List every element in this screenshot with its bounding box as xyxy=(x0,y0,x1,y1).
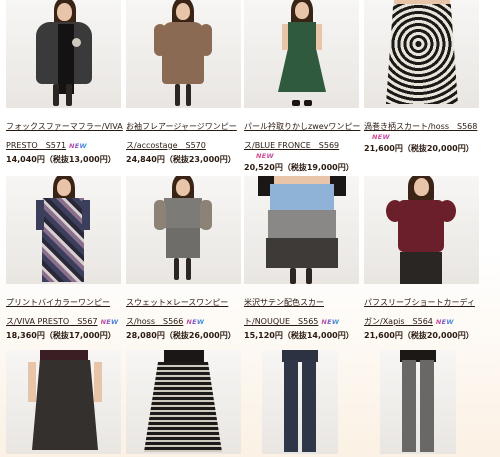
print-dress-photo[interactable] xyxy=(6,176,121,284)
cardigan-photo[interactable] xyxy=(364,176,479,284)
product-price: 18,360円（税抜17,000円） xyxy=(6,331,116,340)
new-badge: NEW xyxy=(100,318,119,326)
product-title-link[interactable]: 渦巻き柄スカート/hoss S568 xyxy=(364,122,477,131)
product-card: パール衿取りかしzwevワンピース/BLUE FRONCE S569 NEW 20… xyxy=(244,0,362,173)
new-badge: NEW xyxy=(321,318,340,326)
new-badge: NEW xyxy=(256,152,362,160)
new-badge: NEW xyxy=(186,318,205,326)
grey-dress-photo[interactable] xyxy=(126,176,241,284)
product-title-link[interactable]: スウェット×レースワンピース/hoss S566 xyxy=(126,298,228,326)
product-price: 14,040円（税抜13,000円） xyxy=(6,155,116,164)
swirl-skirt-photo[interactable] xyxy=(364,0,479,108)
coat-photo[interactable] xyxy=(6,0,121,108)
product-price: 21,600円（税抜20,000円） xyxy=(364,144,474,153)
product-grid: フォックスファーマフラー/VIVA PRESTO S571 NEW 14,040円… xyxy=(0,0,500,457)
product-title-link[interactable]: パフスリーブショートカーディガン/Xapis S564 xyxy=(364,298,475,326)
product-card xyxy=(262,350,380,454)
product-card: パフスリーブショートカーディガン/Xapis S564 NEW 21,600円（税… xyxy=(364,176,482,341)
product-title-link[interactable]: パール衿取りかしzwevワンピース/BLUE FRONCE S569 xyxy=(244,122,360,150)
product-card: スウェット×レースワンピース/hoss S566 NEW 28,080円（税抜26… xyxy=(126,176,244,341)
striped-skirt-photo[interactable] xyxy=(126,350,241,454)
new-badge: NEW xyxy=(372,133,482,141)
product-card: フォックスファーマフラー/VIVA PRESTO S571 NEW 14,040円… xyxy=(6,0,124,165)
wrap-skirt-photo[interactable] xyxy=(6,350,121,454)
navy-pants-photo[interactable] xyxy=(262,350,338,454)
product-price: 28,080円（税抜26,000円） xyxy=(126,331,236,340)
product-price: 15,120円（税抜14,000円） xyxy=(244,331,354,340)
product-price: 21,600円（税抜20,000円） xyxy=(364,331,474,340)
product-card: お袖フレアージャージワンピース/accostage S570 24,840円（税… xyxy=(126,0,244,165)
new-badge: NEW xyxy=(69,142,87,150)
product-price: 20,520円（税抜19,000円） xyxy=(244,163,354,172)
colorblock-skirt-photo[interactable] xyxy=(244,176,359,284)
product-title-link[interactable]: フォックスファーマフラー/VIVA PRESTO S571 xyxy=(6,122,123,150)
product-card xyxy=(380,350,498,454)
product-title-link[interactable]: お袖フレアージャージワンピース/accostage S570 xyxy=(126,122,237,150)
product-title-link[interactable]: 米沢サテン配色スカート/NOUQUE S565 xyxy=(244,298,324,326)
product-card: 渦巻き柄スカート/hoss S568 NEW 21,600円（税抜20,000円） xyxy=(364,0,482,154)
brown-dress-photo[interactable] xyxy=(126,0,241,108)
product-title-link[interactable]: プリントバイカラーワンピース/VIVA PRESTO S567 xyxy=(6,298,110,326)
new-badge: NEW xyxy=(435,318,454,326)
product-price: 24,840円（税抜23,000円） xyxy=(126,155,236,164)
product-card: 米沢サテン配色スカート/NOUQUE S565 NEW 15,120円（税抜14,… xyxy=(244,176,362,341)
product-card xyxy=(126,350,244,454)
grey-pants-photo[interactable] xyxy=(380,350,456,454)
product-card xyxy=(6,350,124,454)
green-dress-photo[interactable] xyxy=(244,0,359,108)
product-card: プリントバイカラーワンピース/VIVA PRESTO S567 NEW 18,36… xyxy=(6,176,124,341)
